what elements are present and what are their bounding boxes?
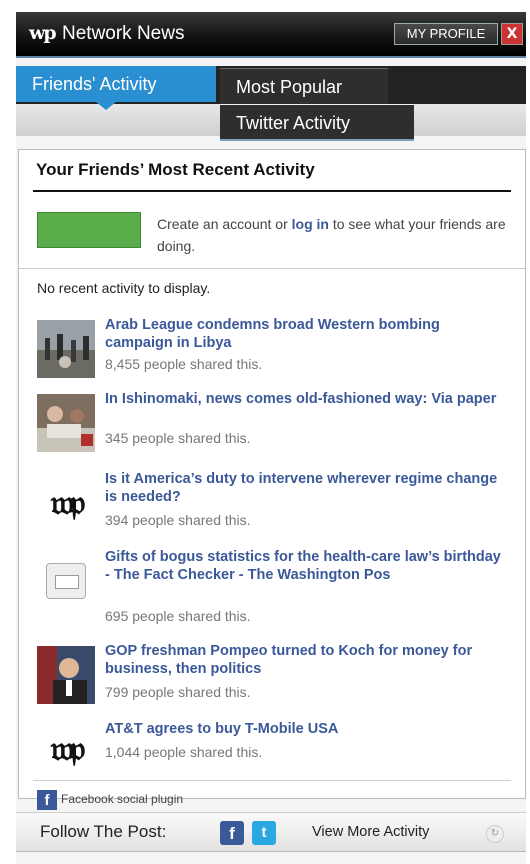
article-link[interactable]: Is it America’s duty to intervene wherev… bbox=[105, 470, 505, 506]
close-icon[interactable]: X bbox=[501, 23, 523, 45]
article-link[interactable]: Gifts of bogus statistics for the health… bbox=[105, 548, 505, 584]
refresh-icon[interactable]: ↻ bbox=[486, 825, 504, 843]
facebook-icon: f bbox=[37, 790, 57, 810]
facebook-social-plugin[interactable]: f Facebook social plugin bbox=[37, 790, 183, 810]
tab-friends-activity[interactable]: Friends' Activity bbox=[16, 66, 216, 110]
photo-portrait-icon bbox=[37, 646, 95, 704]
network-news-widget: wp Network News MY PROFILE X Friends' Ac… bbox=[16, 12, 526, 864]
facebook-login-button[interactable] bbox=[37, 212, 141, 248]
title-divider bbox=[33, 190, 511, 192]
photo-crowd-icon bbox=[37, 320, 95, 378]
article-thumbnail[interactable] bbox=[37, 320, 95, 378]
share-count: 394 people shared this. bbox=[105, 512, 251, 528]
login-prompt-prefix: Create an account or bbox=[157, 216, 292, 232]
share-count: 1,044 people shared this. bbox=[105, 744, 263, 760]
share-count: 345 people shared this. bbox=[105, 430, 251, 446]
widget-title: Network News bbox=[62, 23, 185, 44]
article-thumbnail[interactable] bbox=[37, 646, 95, 704]
panel-title: Your Friends’ Most Recent Activity bbox=[36, 160, 315, 179]
login-divider bbox=[19, 268, 525, 269]
widget-header: wp Network News MY PROFILE X bbox=[16, 12, 526, 58]
no-activity-message: No recent activity to display. bbox=[37, 280, 211, 296]
view-more-activity-link[interactable]: View More Activity bbox=[312, 824, 429, 840]
photo-reading-icon bbox=[37, 394, 95, 452]
plugin-label: Facebook social plugin bbox=[61, 792, 184, 807]
plugin-divider bbox=[33, 780, 511, 781]
log-in-link[interactable]: log in bbox=[292, 216, 329, 232]
activity-panel: Your Friends’ Most Recent Activity Creat… bbox=[18, 149, 526, 810]
tab-most-popular[interactable]: Most Popular bbox=[220, 68, 388, 104]
email-icon bbox=[46, 563, 86, 599]
article-link[interactable]: Arab League condemns broad Western bombi… bbox=[105, 316, 505, 352]
twitter-icon[interactable]: t bbox=[252, 821, 276, 845]
washington-post-logo-icon[interactable]: 𝔴𝔭 bbox=[37, 474, 95, 532]
facebook-icon[interactable]: f bbox=[220, 821, 244, 845]
tab-bar-underlay-right bbox=[414, 104, 526, 136]
washington-post-logo-icon: wp bbox=[29, 22, 57, 44]
follow-label: Follow The Post: bbox=[40, 822, 167, 841]
article-thumbnail[interactable] bbox=[37, 394, 95, 452]
washington-post-logo-icon[interactable]: 𝔴𝔭 bbox=[37, 720, 95, 778]
tab-twitter-activity[interactable]: Twitter Activity bbox=[220, 105, 414, 141]
article-link[interactable]: In Ishinomaki, news comes old-fashioned … bbox=[105, 390, 505, 408]
article-link[interactable]: GOP freshman Pompeo turned to Koch for m… bbox=[105, 642, 505, 678]
widget-footer: Follow The Post: f t View More Activity … bbox=[16, 812, 526, 852]
share-count: 8,455 people shared this. bbox=[105, 356, 263, 372]
article-link[interactable]: AT&T agrees to buy T-Mobile USA bbox=[105, 720, 505, 738]
share-count: 799 people shared this. bbox=[105, 684, 251, 700]
tab-bar-underlay bbox=[16, 104, 220, 136]
login-prompt: Create an account or log in to see what … bbox=[157, 213, 517, 257]
my-profile-button[interactable]: MY PROFILE bbox=[394, 23, 498, 45]
article-thumbnail[interactable] bbox=[37, 552, 95, 610]
share-count: 695 people shared this. bbox=[105, 608, 251, 624]
